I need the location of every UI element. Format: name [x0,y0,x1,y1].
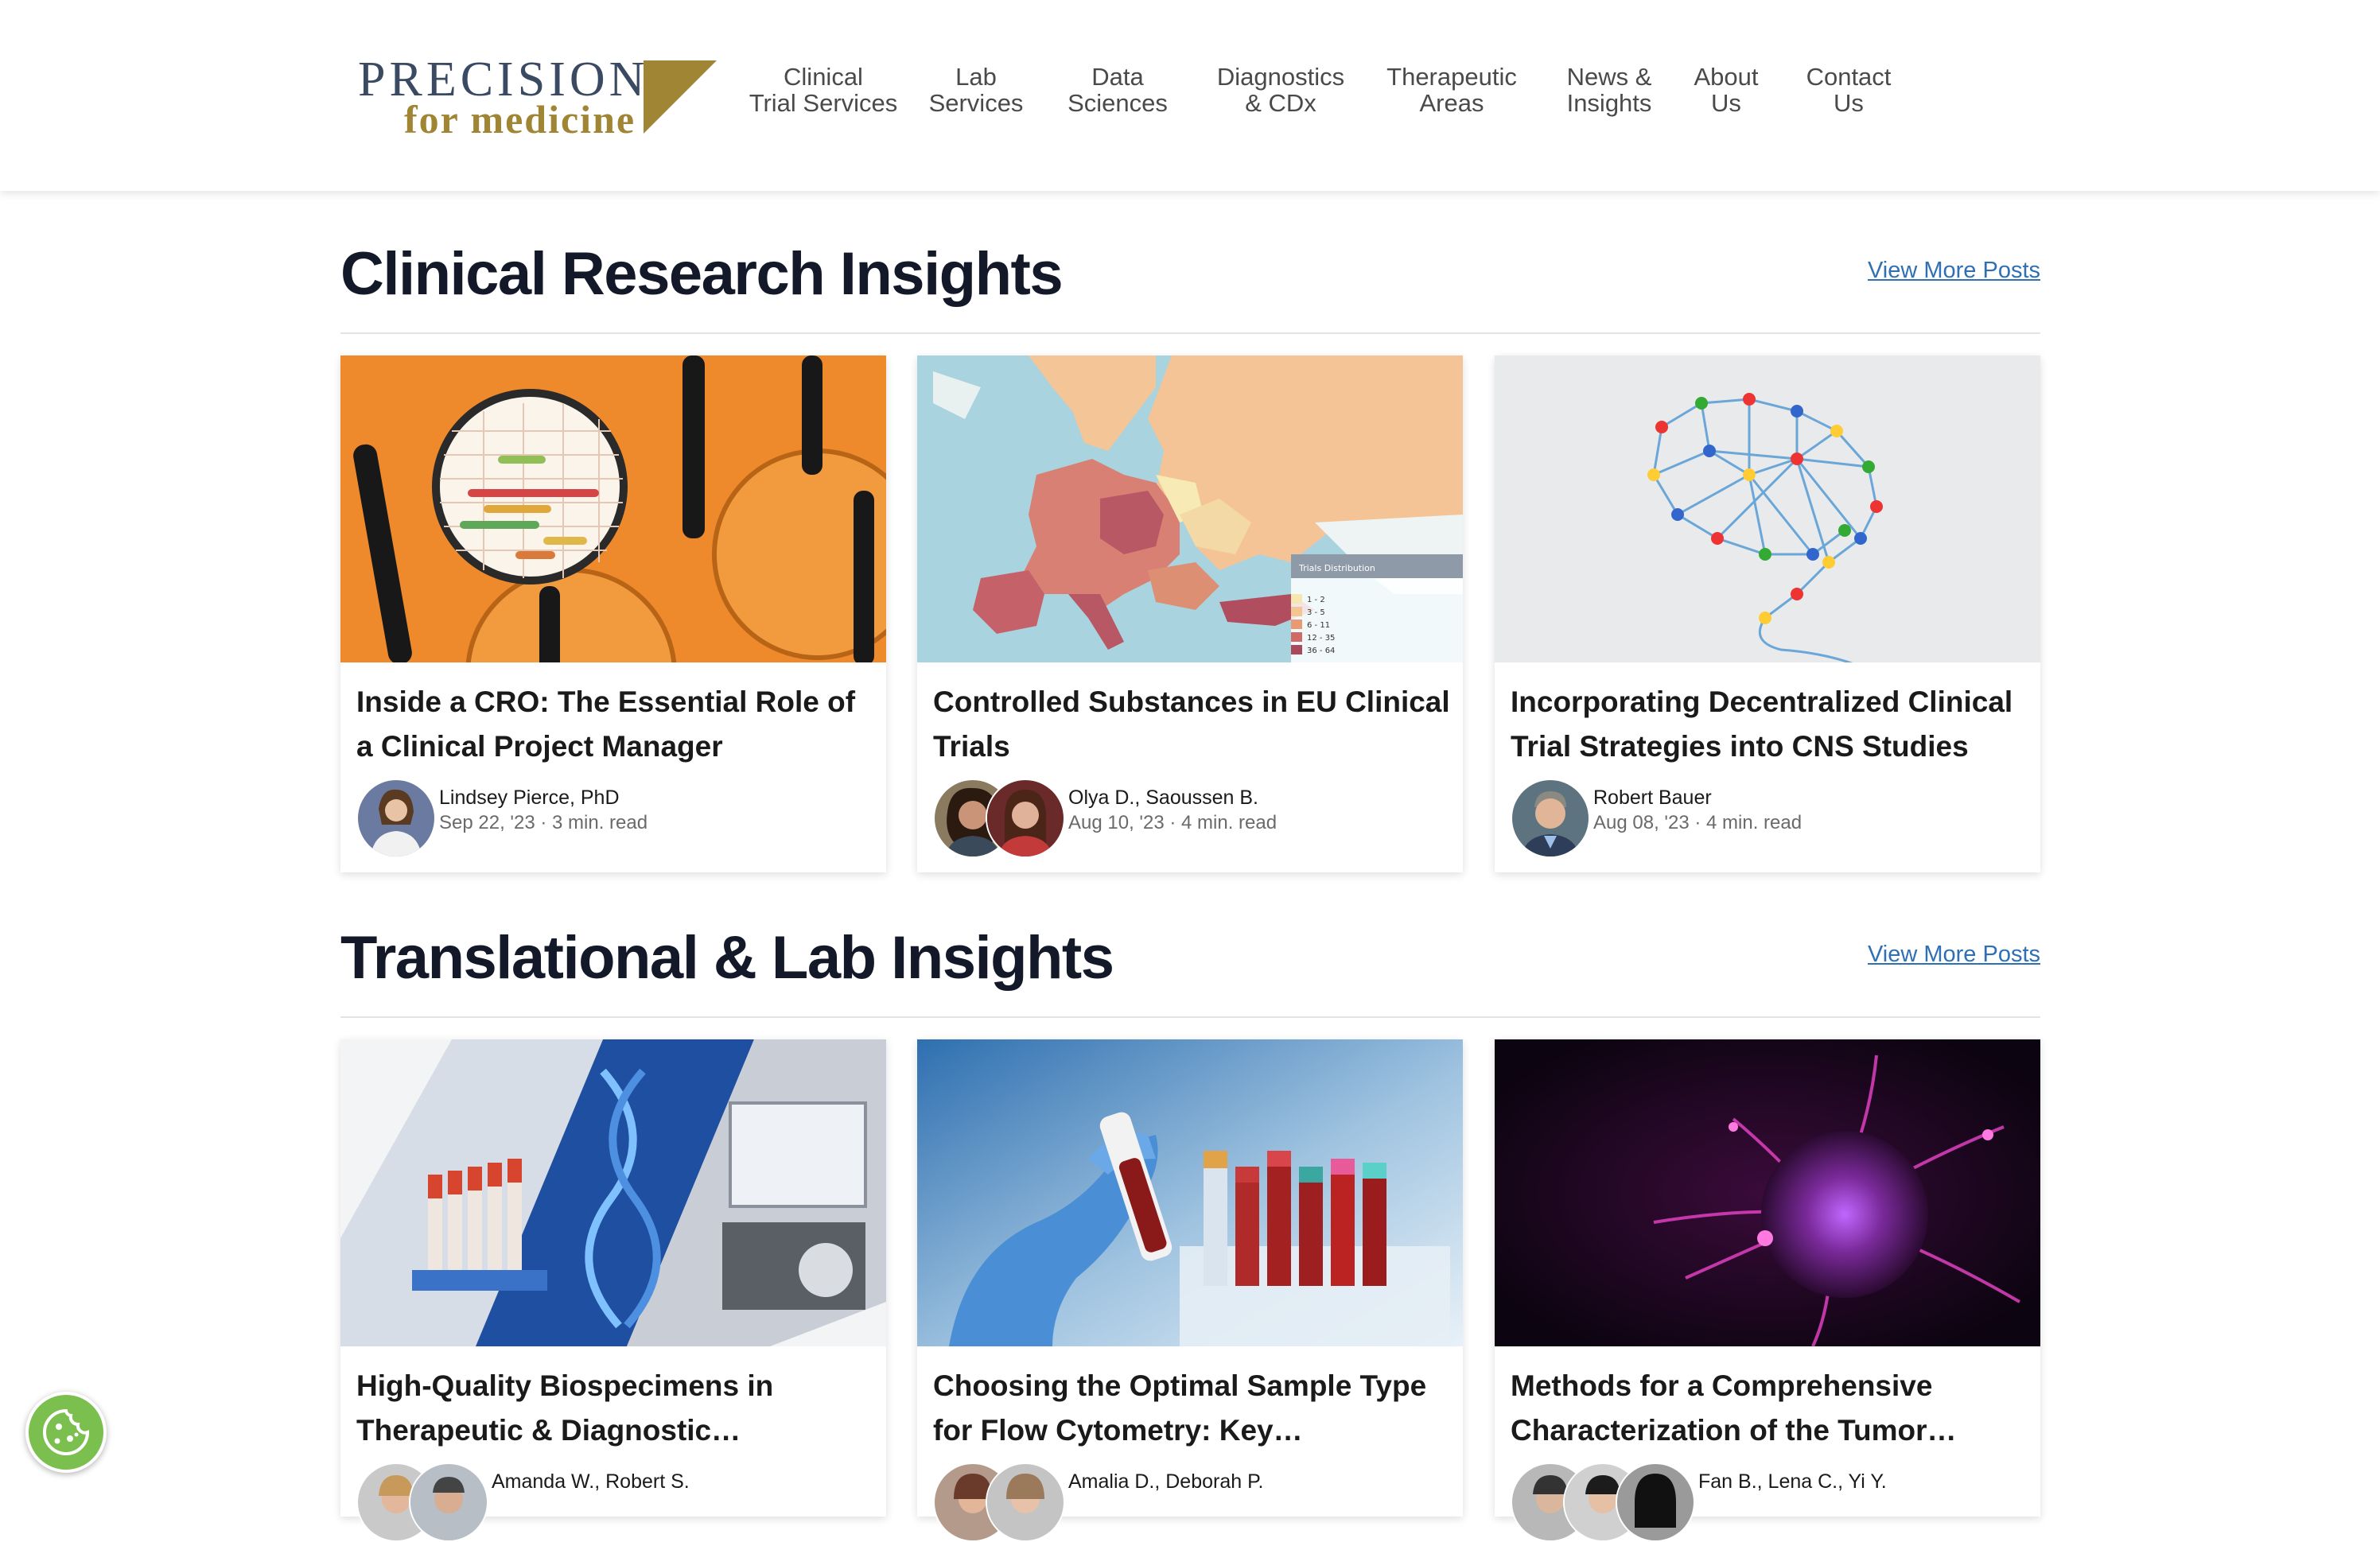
post-title[interactable]: Methods for a Comprehensive Characteriza… [1511,1364,2028,1453]
post-date: Aug 08, '23 [1593,812,1690,833]
author-avatar [1511,779,1590,858]
site-header: PRECISION for medicine Clinical Trial Se… [0,0,2380,191]
post-title[interactable]: Incorporating Decentralized Clinical Tri… [1511,680,2028,769]
nav-data-sciences[interactable]: Data Sciences [1058,64,1177,116]
post-card[interactable]: Methods for a Comprehensive Characteriza… [1495,1039,2040,1542]
post-author: Amanda W., Robert S. [492,1470,690,1493]
post-author: Lindsey Pierce, PhD [439,787,620,809]
cookie-settings-button[interactable] [25,1392,107,1473]
view-more-posts-link[interactable]: View More Posts [1868,258,2040,284]
nav-clinical-trial-services[interactable]: Clinical Trial Services [740,64,907,116]
post-author: Fan B., Lena C., Yi Y. [1698,1470,1887,1493]
post-image-purple-tumor-cell[interactable] [1495,1039,2040,1346]
post-card[interactable]: Inside a CRO: The Essential Role of a Cl… [340,355,886,872]
nav-news-insights[interactable]: News & Insights [1558,64,1661,116]
logo-wordmark-bottom: for medicine [404,97,636,142]
section-divider [340,1016,2040,1018]
map-legend-item: 12 - 35 [1307,634,1335,643]
post-read-time: 4 min. read [1706,812,1802,833]
post-card[interactable]: Incorporating Decentralized Clinical Tri… [1495,355,2040,872]
section-header: Translational & Lab Insights View More P… [340,922,2040,1018]
post-title[interactable]: Controlled Substances in EU Clinical Tri… [933,680,1450,769]
post-card[interactable]: High-Quality Biospecimens in Therapeutic… [340,1039,886,1542]
post-date-readtime: Aug 08, '23 · 4 min. read [1593,812,1802,833]
post-read-time: 3 min. read [552,812,648,833]
post-author: Amalia D., Deborah P. [1068,1470,1264,1493]
post-card[interactable]: Trials Distribution 1 - 2 3 - 5 6 - 11 1… [917,355,1463,872]
section-divider [340,332,2040,334]
map-legend-item: 36 - 64 [1307,647,1335,655]
post-image-europe-map[interactable]: Trials Distribution 1 - 2 3 - 5 6 - 11 1… [917,355,1463,662]
post-image-pin-network-brain[interactable] [1495,355,2040,662]
post-author: Olya D., Saoussen B. [1068,787,1259,809]
post-title[interactable]: High-Quality Biospecimens in Therapeutic… [356,1364,873,1453]
post-date: Aug 10, '23 [1068,812,1165,833]
post-date-readtime: Sep 22, '23 · 3 min. read [439,812,648,833]
nav-about-us[interactable]: About Us [1686,64,1766,116]
post-author: Robert Bauer [1593,787,1712,809]
post-image-gloved-hand-blood-tube[interactable] [917,1039,1463,1346]
post-read-time: 4 min. read [1181,812,1278,833]
nav-contact-us[interactable]: Contact Us [1801,64,1896,116]
section-title: Translational & Lab Insights [340,924,1114,992]
section-title: Clinical Research Insights [340,240,1064,308]
logo-triangle-icon [644,60,717,134]
post-image-magnifying-glasses[interactable] [340,355,886,662]
author-avatar [356,779,436,858]
map-legend-item: 6 - 11 [1307,621,1330,630]
nav-therapeutic-areas[interactable]: Therapeutic Areas [1384,64,1519,116]
view-more-posts-link[interactable]: View More Posts [1868,942,2040,968]
author-avatar [1616,1462,1695,1542]
cookie-settings-icon [43,1408,90,1455]
post-image-tubes-dna-lab[interactable] [340,1039,886,1346]
author-avatar [409,1462,488,1542]
nav-diagnostics-cdx[interactable]: Diagnostics & CDx [1213,64,1348,116]
post-date-readtime: Aug 10, '23 · 4 min. read [1068,812,1278,833]
map-legend-item: 3 - 5 [1307,608,1325,617]
nav-lab-services[interactable]: Lab Services [924,64,1028,116]
post-card[interactable]: Choosing the Optimal Sample Type for Flo… [917,1039,1463,1542]
section-header: Clinical Research Insights View More Pos… [340,239,2040,334]
precision-for-medicine-logo[interactable]: PRECISION for medicine [358,51,717,143]
post-date: Sep 22, '23 [439,812,535,833]
map-legend-item: 1 - 2 [1307,596,1325,604]
author-avatar [986,779,1065,858]
post-title[interactable]: Inside a CRO: The Essential Role of a Cl… [356,680,873,769]
post-title[interactable]: Choosing the Optimal Sample Type for Flo… [933,1364,1450,1453]
map-legend-title: Trials Distribution [1298,563,1375,573]
author-avatar [986,1462,1065,1542]
